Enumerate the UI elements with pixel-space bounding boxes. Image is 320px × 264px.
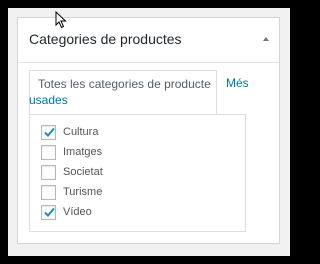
checkmark-icon: [44, 127, 55, 137]
category-checklist: Cultura Imatges Societat Turisme Vídeo: [29, 114, 246, 232]
category-label-societat: Societat: [63, 166, 103, 178]
tab-all-categories-label: Totes les categories de producte: [38, 77, 211, 91]
collapse-arrow-icon[interactable]: [263, 37, 269, 41]
category-label-turisme: Turisme: [63, 186, 103, 198]
category-checkbox-cultura[interactable]: [41, 125, 56, 140]
category-checkbox-video[interactable]: [41, 205, 56, 220]
checkmark-icon: [44, 207, 55, 217]
category-checkbox-societat[interactable]: [41, 165, 56, 180]
tab-all-categories[interactable]: Totes les categories de producte: [29, 70, 217, 114]
category-checkbox-turisme[interactable]: [41, 185, 56, 200]
mouse-cursor-icon: [55, 11, 67, 29]
tab-most-used-continued[interactable]: usades: [29, 93, 68, 107]
product-categories-metabox: Categories de productes Totes les catego…: [17, 17, 280, 244]
category-tabs: Totes les categories de producte Més usa…: [29, 70, 269, 114]
category-checkbox-imatges[interactable]: [41, 145, 56, 160]
category-label-imatges: Imatges: [63, 146, 103, 158]
category-label-video: Vídeo: [63, 206, 92, 218]
metabox-title: Categories de productes: [29, 31, 182, 47]
category-label-cultura: Cultura: [63, 126, 99, 138]
tab-most-used[interactable]: Més: [226, 76, 249, 90]
